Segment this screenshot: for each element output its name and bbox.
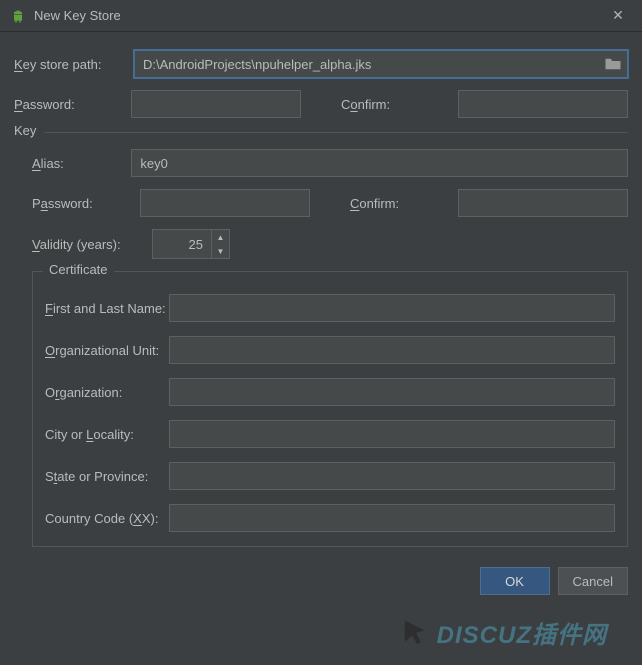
- alias-input[interactable]: [131, 149, 628, 177]
- city-input[interactable]: [169, 420, 615, 448]
- cursor-icon: [401, 618, 431, 648]
- browse-folder-icon[interactable]: [604, 57, 622, 71]
- org-unit-label: Organizational Unit:: [45, 343, 169, 358]
- cancel-button[interactable]: Cancel: [558, 567, 628, 595]
- confirm-label: Confirm:: [341, 97, 458, 112]
- close-icon[interactable]: ✕: [604, 7, 632, 24]
- key-store-path-label: Key store path:: [14, 57, 134, 72]
- key-store-path-input[interactable]: [134, 50, 628, 78]
- titlebar: New Key Store ✕: [0, 0, 642, 32]
- ok-button[interactable]: OK: [480, 567, 550, 595]
- validity-label: Validity (years):: [32, 237, 152, 252]
- state-input[interactable]: [169, 462, 615, 490]
- password-label: Password:: [14, 97, 131, 112]
- country-input[interactable]: [169, 504, 615, 532]
- first-last-label: First and Last Name:: [45, 301, 169, 316]
- key-confirm-input[interactable]: [458, 189, 628, 217]
- state-label: State or Province:: [45, 469, 169, 484]
- key-confirm-label: Confirm:: [350, 196, 458, 211]
- watermark-overlay: DISCUZ插件网: [401, 615, 607, 650]
- validity-value: 25: [153, 237, 211, 252]
- alias-label: Alias:: [32, 156, 131, 171]
- watermark-text: DISCUZ插件网: [437, 615, 607, 650]
- key-legend: Key: [14, 123, 44, 138]
- password-input[interactable]: [131, 90, 301, 118]
- city-label: City or Locality:: [45, 427, 169, 442]
- certificate-legend: Certificate: [43, 262, 114, 277]
- android-icon: [10, 8, 26, 24]
- key-password-input[interactable]: [140, 189, 310, 217]
- organization-input[interactable]: [169, 378, 615, 406]
- spinner-down-icon[interactable]: ▼: [212, 244, 229, 258]
- spinner-up-icon[interactable]: ▲: [212, 230, 229, 244]
- organization-label: Organization:: [45, 385, 169, 400]
- country-label: Country Code (XX):: [45, 511, 169, 526]
- key-fieldset: Key Alias: Password: Confirm: Validity (…: [14, 132, 628, 547]
- key-password-label: Password:: [32, 196, 140, 211]
- certificate-fieldset: Certificate First and Last Name: Organiz…: [32, 271, 628, 547]
- confirm-input[interactable]: [458, 90, 628, 118]
- validity-spinner[interactable]: 25 ▲ ▼: [152, 229, 230, 259]
- window-title: New Key Store: [34, 8, 604, 23]
- org-unit-input[interactable]: [169, 336, 615, 364]
- first-last-input[interactable]: [169, 294, 615, 322]
